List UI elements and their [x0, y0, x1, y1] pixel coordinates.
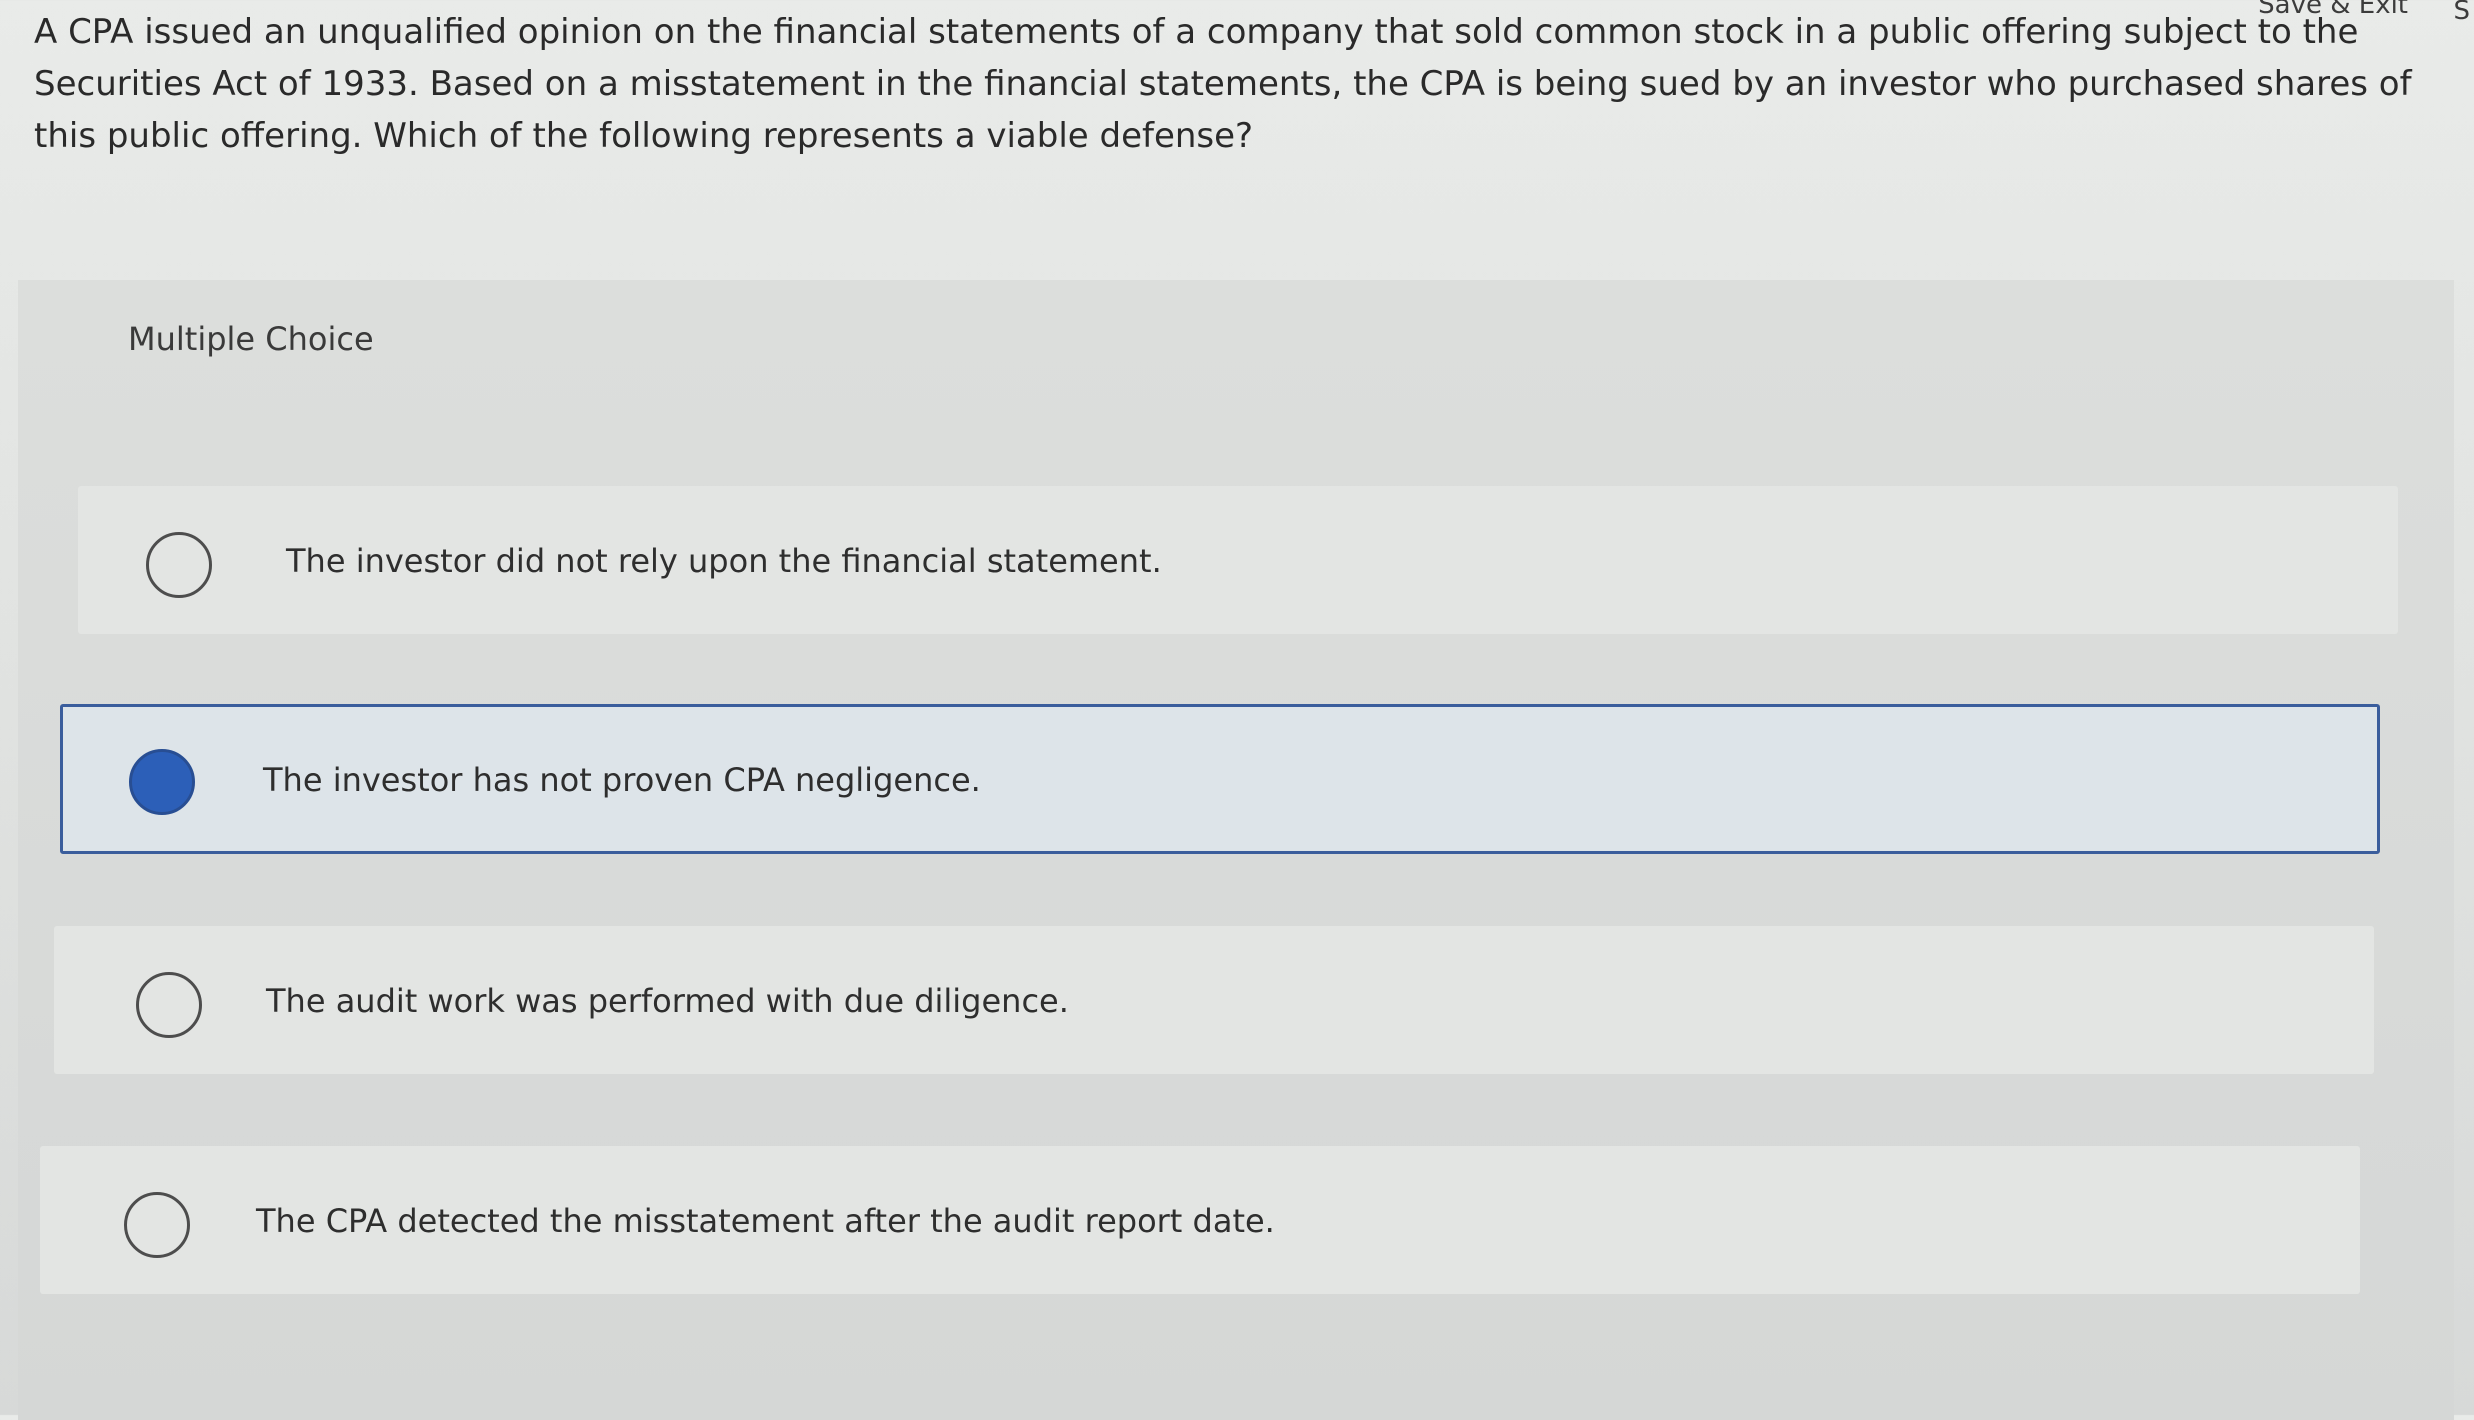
- radio-button-unselected[interactable]: [124, 1192, 190, 1258]
- answer-option-label: The CPA detected the misstatement after …: [256, 1202, 1275, 1240]
- radio-button-unselected[interactable]: [146, 532, 212, 598]
- answer-option-label: The investor did not rely upon the finan…: [286, 542, 1162, 580]
- radio-button-unselected[interactable]: [136, 972, 202, 1038]
- question-text: A CPA issued an unqualified opinion on t…: [34, 12, 2412, 156]
- answer-option-label: The audit work was performed with due di…: [266, 982, 1069, 1020]
- question-type-label: Multiple Choice: [128, 320, 374, 358]
- answer-option-4[interactable]: The CPA detected the misstatement after …: [40, 1146, 2360, 1294]
- radio-button-selected[interactable]: [129, 749, 195, 815]
- answer-panel: Multiple Choice The investor did not rel…: [18, 280, 2454, 1420]
- top-bar-cutoff-item[interactable]: S: [2453, 0, 2470, 26]
- answer-option-3[interactable]: The audit work was performed with due di…: [54, 926, 2374, 1074]
- answer-option-1[interactable]: The investor did not rely upon the finan…: [78, 486, 2398, 634]
- answer-option-label: The investor has not proven CPA negligen…: [263, 761, 981, 799]
- answer-option-2[interactable]: The investor has not proven CPA negligen…: [60, 704, 2380, 854]
